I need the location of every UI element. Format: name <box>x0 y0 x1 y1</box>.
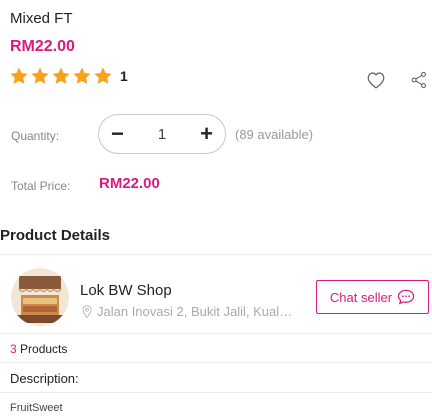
total-price-value: RM22.00 <box>99 175 160 192</box>
product-details-title: Product Details <box>0 227 111 244</box>
star-icon <box>9 66 29 86</box>
star-icon <box>72 66 92 86</box>
shop-products-count[interactable]: 3 Products <box>10 342 67 356</box>
heart-icon[interactable] <box>366 71 386 89</box>
shop-address: Jalan Inovasi 2, Bukit Jalil, Kual… <box>82 304 312 319</box>
quantity-value[interactable]: 1 <box>158 126 166 143</box>
divider <box>0 254 432 255</box>
rating-row: 1 <box>9 66 128 86</box>
share-icon[interactable] <box>410 71 428 89</box>
divider <box>0 362 432 363</box>
chat-seller-button[interactable]: Chat seller <box>316 280 429 314</box>
divider <box>0 333 432 334</box>
description-text: FruitSweet <box>10 402 63 414</box>
chat-bubble-icon <box>397 289 415 305</box>
rating-count: 1 <box>120 68 128 84</box>
available-stock: (89 available) <box>235 127 314 142</box>
star-icon <box>93 66 113 86</box>
increase-button[interactable]: + <box>200 123 213 145</box>
shop-avatar[interactable] <box>11 268 69 326</box>
total-price-label: Total Price: <box>11 179 71 193</box>
chat-seller-label: Chat seller <box>329 289 393 305</box>
product-name: Mixed FT <box>10 10 73 27</box>
description-label: Description: <box>10 371 79 386</box>
decrease-button[interactable]: − <box>111 123 124 145</box>
product-count: 3 <box>10 342 17 356</box>
shop-address-text: Jalan Inovasi 2, Bukit Jalil, Kual… <box>97 304 293 319</box>
quantity-stepper: − 1 + <box>98 114 226 154</box>
location-pin-icon <box>82 305 92 318</box>
quantity-label: Quantity: <box>11 129 60 143</box>
products-label: Products <box>20 342 68 356</box>
shop-name[interactable]: Lok BW Shop <box>80 282 172 299</box>
product-price: RM22.00 <box>10 38 75 55</box>
divider <box>0 392 432 393</box>
star-icon <box>51 66 71 86</box>
star-icon <box>30 66 50 86</box>
